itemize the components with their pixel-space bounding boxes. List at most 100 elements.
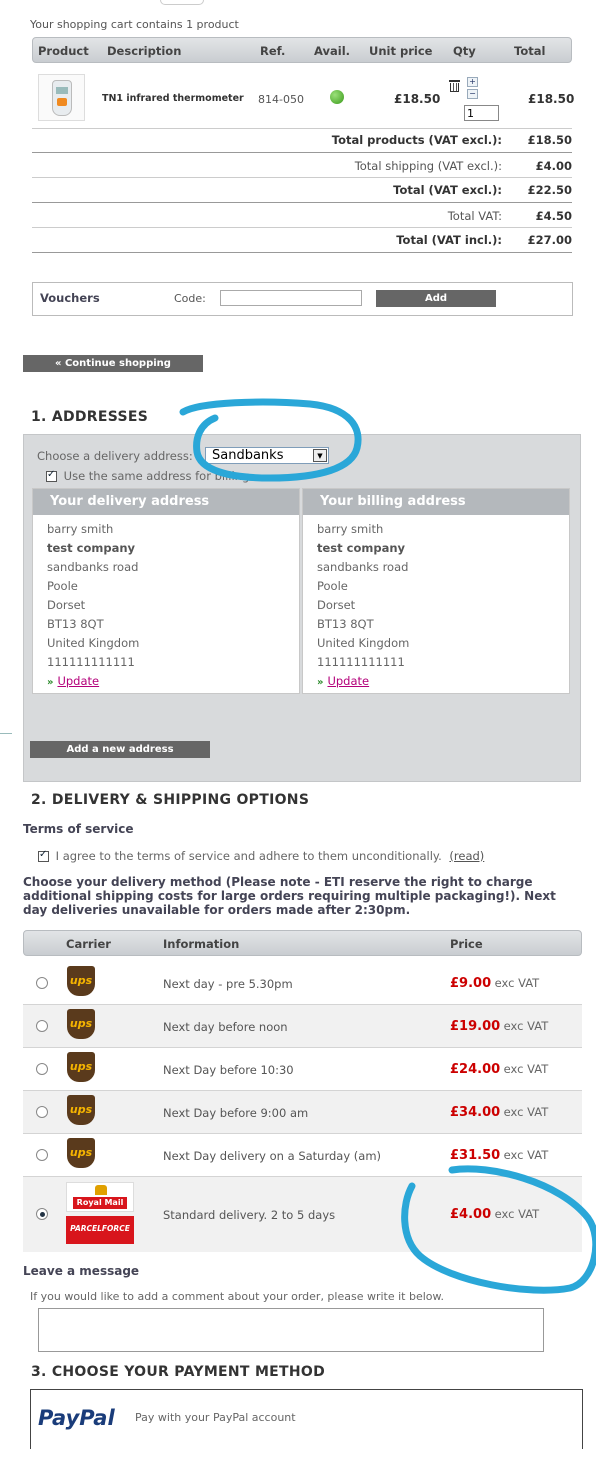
divider bbox=[32, 128, 572, 129]
ups-logo-icon: ups bbox=[67, 1009, 95, 1039]
qty-decrease-button[interactable]: − bbox=[467, 89, 478, 99]
address-line: Dorset bbox=[47, 598, 86, 612]
add-new-address-button[interactable]: Add a new address bbox=[30, 741, 210, 758]
shipping-option-row[interactable]: Royal Mail PARCELFORCE Standard delivery… bbox=[23, 1177, 582, 1252]
shipping-option-radio-selected[interactable] bbox=[36, 1208, 48, 1220]
address-line: 111111111111 bbox=[317, 655, 405, 669]
terms-title: Terms of service bbox=[23, 822, 134, 836]
address-line: 111111111111 bbox=[47, 655, 135, 669]
total-excl-value: £22.50 bbox=[527, 183, 572, 197]
billing-address-box: Your billing address barry smith test co… bbox=[302, 488, 570, 694]
shipping-option-info: Next Day before 10:30 bbox=[163, 1063, 294, 1077]
address-line: barry smith bbox=[317, 522, 384, 536]
chevron-right-icon: » bbox=[317, 677, 324, 688]
delete-icon[interactable] bbox=[449, 80, 460, 93]
delivery-address-select[interactable]: Sandbanks ▼ bbox=[205, 447, 329, 464]
ups-logo-icon: ups bbox=[67, 1138, 95, 1168]
terms-row[interactable]: I agree to the terms of service and adhe… bbox=[38, 849, 484, 863]
shipping-option-radio[interactable] bbox=[36, 1020, 48, 1032]
shipping-option-row[interactable]: ups Next day - pre 5.30pm £9.00 exc VAT bbox=[23, 962, 582, 1005]
ups-logo-icon: ups bbox=[67, 1052, 95, 1082]
shipping-option-radio[interactable] bbox=[36, 1106, 48, 1118]
cart-table-header: Product Description Ref. Avail. Unit pri… bbox=[32, 37, 572, 63]
vouchers-box: Vouchers Code: Add bbox=[32, 282, 573, 316]
chevron-right-icon: » bbox=[47, 677, 54, 688]
address-line: sandbanks road bbox=[317, 560, 409, 574]
shipping-option-radio[interactable] bbox=[36, 977, 48, 989]
addresses-title: 1. ADDRESSES bbox=[31, 409, 149, 425]
vouchers-title: Vouchers bbox=[40, 291, 100, 305]
voucher-code-input[interactable] bbox=[220, 290, 362, 306]
address-line: test company bbox=[47, 541, 136, 555]
royal-mail-logo-icon: Royal Mail bbox=[66, 1182, 134, 1212]
address-line: BT13 8QT bbox=[317, 617, 374, 631]
total-excl-label: Total (VAT excl.): bbox=[393, 183, 502, 197]
update-billing-link[interactable]: Update bbox=[327, 674, 369, 688]
cart-summary-text: Your shopping cart contains 1 product bbox=[30, 18, 239, 31]
delivery-address-box: Your delivery address barry smith test c… bbox=[32, 488, 300, 694]
thermometer-image bbox=[52, 80, 72, 116]
qty-increase-button[interactable]: + bbox=[467, 77, 478, 87]
divider bbox=[32, 177, 572, 178]
ups-logo-icon: ups bbox=[67, 1095, 95, 1125]
col-price: Price bbox=[450, 937, 483, 951]
shipping-option-info: Next Day delivery on a Saturday (am) bbox=[163, 1149, 382, 1163]
shipping-option-price: £4.00 exc VAT bbox=[450, 1207, 540, 1222]
total-products-value: £18.50 bbox=[527, 133, 572, 147]
item-unit-price: £18.50 bbox=[394, 92, 441, 106]
same-billing-row[interactable]: Use the same address for billing. bbox=[46, 469, 253, 483]
shipping-option-price: £34.00 exc VAT bbox=[450, 1105, 549, 1120]
continue-shopping-button[interactable]: « Continue shopping bbox=[23, 355, 203, 372]
shipping-option-row[interactable]: ups Next Day before 10:30 £24.00 exc VAT bbox=[23, 1048, 582, 1091]
voucher-add-button[interactable]: Add bbox=[376, 290, 496, 307]
terms-checkbox[interactable] bbox=[38, 849, 49, 862]
divider bbox=[32, 252, 572, 253]
paypal-logo-icon: PayPal bbox=[38, 1406, 115, 1430]
product-thumbnail[interactable] bbox=[38, 74, 85, 121]
payment-title: 3. CHOOSE YOUR PAYMENT METHOD bbox=[31, 1364, 326, 1380]
total-shipping-value: £4.00 bbox=[535, 159, 572, 173]
total-incl-value: £27.00 bbox=[527, 233, 572, 247]
divider bbox=[32, 152, 572, 153]
left-edge-mark bbox=[0, 733, 12, 734]
item-description[interactable]: TN1 infrared thermometer bbox=[102, 93, 244, 104]
parcelforce-label: PARCELFORCE bbox=[70, 1224, 130, 1233]
col-total: Total bbox=[514, 44, 546, 58]
terms-text: I agree to the terms of service and adhe… bbox=[55, 849, 442, 863]
shipping-option-row[interactable]: ups Next day before noon £19.00 exc VAT bbox=[23, 1005, 582, 1048]
col-description: Description bbox=[107, 44, 182, 58]
billing-address-title: Your billing address bbox=[303, 489, 569, 515]
message-hint: If you would like to add a comment about… bbox=[30, 1290, 445, 1303]
shipping-option-row[interactable]: ups Next Day delivery on a Saturday (am)… bbox=[23, 1134, 582, 1177]
qty-input[interactable] bbox=[464, 105, 499, 121]
col-carrier: Carrier bbox=[66, 937, 111, 951]
same-billing-label: Use the same address for billing. bbox=[63, 469, 253, 483]
update-billing-row: » Update bbox=[317, 674, 369, 688]
terms-read-link[interactable]: (read) bbox=[449, 849, 484, 863]
delivery-address-selected: Sandbanks bbox=[212, 448, 284, 463]
shipping-option-info: Next day before noon bbox=[163, 1020, 288, 1034]
paypal-text: Pay with your PayPal account bbox=[135, 1411, 296, 1424]
col-product: Product bbox=[38, 44, 89, 58]
shipping-option-info: Next day - pre 5.30pm bbox=[163, 977, 293, 991]
message-textarea[interactable] bbox=[38, 1308, 544, 1352]
total-vat-label: Total VAT: bbox=[447, 209, 502, 223]
total-products-label: Total products (VAT excl.): bbox=[331, 133, 502, 147]
availability-indicator bbox=[330, 90, 344, 104]
col-information: Information bbox=[163, 937, 240, 951]
address-line: barry smith bbox=[47, 522, 114, 536]
chevron-down-icon[interactable]: ▼ bbox=[313, 449, 327, 462]
shipping-option-row[interactable]: ups Next Day before 9:00 am £34.00 exc V… bbox=[23, 1091, 582, 1134]
shipping-title: 2. DELIVERY & SHIPPING OPTIONS bbox=[31, 792, 310, 808]
update-delivery-row: » Update bbox=[47, 674, 99, 688]
shipping-option-radio[interactable] bbox=[36, 1149, 48, 1161]
message-title: Leave a message bbox=[23, 1264, 140, 1278]
top-partial-element bbox=[160, 0, 204, 5]
shipping-option-price: £31.50 exc VAT bbox=[450, 1148, 549, 1163]
shipping-option-radio[interactable] bbox=[36, 1063, 48, 1075]
shipping-option-price: £19.00 exc VAT bbox=[450, 1019, 549, 1034]
paypal-option[interactable]: PayPal Pay with your PayPal account bbox=[30, 1389, 583, 1449]
delivery-method-note: Choose your delivery method (Please note… bbox=[23, 875, 556, 917]
same-billing-checkbox[interactable] bbox=[46, 469, 57, 482]
update-delivery-link[interactable]: Update bbox=[57, 674, 99, 688]
